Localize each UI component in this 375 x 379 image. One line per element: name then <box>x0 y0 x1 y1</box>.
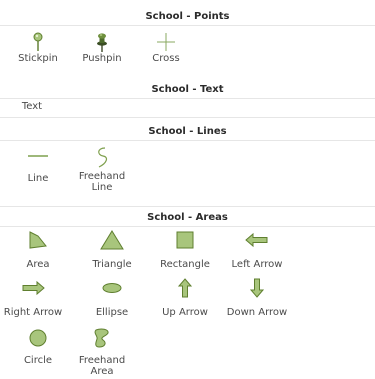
down-arrow-icon <box>249 278 265 298</box>
tool-label: Triangle <box>92 259 132 270</box>
tool-pushpin[interactable]: Pushpin <box>70 31 134 64</box>
tool-stickpin[interactable]: Stickpin <box>6 31 70 64</box>
tool-right-arrow[interactable]: Right Arrow <box>0 277 68 318</box>
tool-label: Stickpin <box>18 53 58 64</box>
freehand-area-icon <box>94 328 109 348</box>
tool-area[interactable]: Area <box>6 229 70 270</box>
tool-label: Left Arrow <box>231 259 283 270</box>
tool-label: Freehand Line <box>78 171 126 193</box>
section-divider <box>0 206 375 207</box>
tool-circle[interactable]: Circle <box>6 327 70 366</box>
tool-label: Up Arrow <box>162 307 208 318</box>
section-header-text: School - Text <box>0 81 375 99</box>
tool-triangle[interactable]: Triangle <box>80 229 144 270</box>
line-icon <box>28 155 48 157</box>
cross-icon <box>157 33 175 51</box>
tool-line[interactable]: Line <box>6 145 70 184</box>
tool-label: Cross <box>152 53 180 64</box>
tool-ellipse[interactable]: Ellipse <box>80 277 144 318</box>
section-header-areas: School - Areas <box>0 209 375 227</box>
section-header-points: School - Points <box>0 8 375 26</box>
triangle-icon <box>100 230 124 250</box>
tool-left-arrow[interactable]: Left Arrow <box>225 229 289 270</box>
tool-down-arrow[interactable]: Down Arrow <box>225 277 289 318</box>
freehand-line-icon <box>98 147 108 168</box>
tool-up-arrow[interactable]: Up Arrow <box>153 277 217 318</box>
tool-cross[interactable]: Cross <box>134 31 198 64</box>
left-arrow-icon <box>245 232 268 248</box>
tool-freehand-line[interactable]: Freehand Line <box>70 145 134 193</box>
right-arrow-icon <box>22 280 45 296</box>
tool-label: Right Arrow <box>3 307 63 318</box>
area-icon <box>29 231 47 249</box>
section-header-lines: School - Lines <box>0 123 375 141</box>
tool-label: Line <box>27 173 49 184</box>
tool-freehand-area[interactable]: Freehand Area <box>70 327 134 377</box>
circle-icon <box>29 329 47 347</box>
pushpin-icon <box>97 33 107 52</box>
tool-label: Pushpin <box>82 53 122 64</box>
stickpin-icon <box>33 32 43 51</box>
symbol-picker-panel: School - Points Stickpin Pushpin Cross S… <box>0 0 375 379</box>
tool-label: Rectangle <box>160 259 210 270</box>
tool-label: Circle <box>23 355 53 366</box>
tool-label: Text <box>21 101 43 112</box>
tool-label: Ellipse <box>95 307 129 318</box>
section-divider <box>0 117 375 118</box>
ellipse-icon <box>102 283 122 293</box>
tool-rectangle[interactable]: Rectangle <box>153 229 217 270</box>
rectangle-icon <box>176 231 194 249</box>
tool-label: Freehand Area <box>78 355 126 377</box>
tool-label: Down Arrow <box>226 307 288 318</box>
up-arrow-icon <box>177 278 193 298</box>
tool-label: Area <box>26 259 50 270</box>
tool-text[interactable]: Text <box>0 101 64 112</box>
